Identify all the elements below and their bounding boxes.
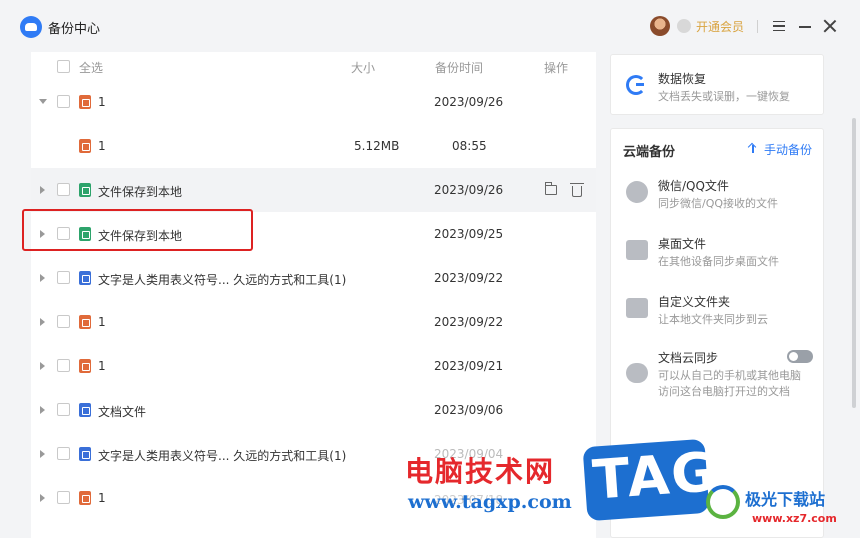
vip-icon[interactable]	[677, 19, 691, 33]
expand-caret-icon[interactable]	[40, 362, 45, 370]
expand-caret-icon[interactable]	[40, 450, 45, 458]
right-scrollbar[interactable]	[852, 118, 856, 408]
row-checkbox[interactable]	[57, 95, 70, 108]
row-checkbox[interactable]	[57, 491, 70, 504]
backup-time: 2023/09/26	[434, 95, 504, 109]
option-subtitle-line2: 访问这台电脑打开过的文档	[658, 385, 790, 398]
expand-caret-icon[interactable]	[40, 406, 45, 414]
annotation-highlight-box	[22, 209, 253, 251]
doc-file-icon	[79, 271, 91, 285]
file-name: 文件保存到本地	[98, 185, 183, 199]
menu-icon[interactable]	[773, 21, 785, 31]
cloud-backup-title: 云端备份	[623, 145, 676, 160]
app-title: 备份中心	[48, 22, 101, 37]
table-row[interactable]: 1 2023/09/26	[31, 80, 596, 124]
backup-time: 2023/09/25	[434, 227, 504, 241]
header-select-all[interactable]: 全选	[79, 59, 103, 76]
vip-button[interactable]: 开通会员	[696, 18, 744, 35]
option-title: 文档云同步	[658, 351, 719, 365]
header-time: 备份时间	[435, 61, 484, 75]
ppt-file-icon	[79, 491, 91, 505]
close-icon[interactable]	[823, 19, 837, 33]
file-name: 1	[98, 491, 106, 505]
backup-time: 2023/09/26	[434, 183, 504, 197]
option-title: 桌面文件	[658, 237, 707, 251]
backup-time: 2023/09/06	[434, 403, 504, 417]
titlebar-divider	[757, 20, 758, 33]
file-name: 文字是人类用表义符号... 久远的方式和工具(1)	[98, 449, 347, 463]
ppt-file-icon	[79, 359, 91, 373]
delete-icon[interactable]	[570, 183, 584, 197]
option-subtitle: 让本地文件夹同步到云	[658, 313, 768, 326]
table-row[interactable]: 文档文件 2023/09/06	[31, 388, 596, 432]
cloud-upload-icon	[626, 363, 648, 383]
site-url: www.xz7.com	[752, 512, 837, 525]
watermark-url: www.tagxp.com	[408, 491, 572, 513]
select-all-checkbox[interactable]	[57, 60, 70, 73]
row-checkbox[interactable]	[57, 359, 70, 372]
table-row[interactable]: 1 2023/09/22	[31, 300, 596, 344]
table-row[interactable]: 1 2023/09/21	[31, 344, 596, 388]
tag-logo-text: TAG	[590, 440, 720, 512]
header-action: 操作	[544, 61, 569, 75]
file-name: 1	[98, 359, 106, 373]
header-size: 大小	[351, 61, 376, 75]
title-bar: 备份中心 开通会员	[0, 0, 860, 52]
file-size: 5.12MB	[354, 139, 400, 153]
backup-time: 2023/09/22	[434, 271, 504, 285]
upload-icon[interactable]	[748, 143, 759, 154]
ppt-file-icon	[79, 315, 91, 329]
row-checkbox[interactable]	[57, 315, 70, 328]
chat-icon	[626, 181, 648, 203]
option-subtitle: 可以从自己的手机或其他电脑	[658, 369, 801, 382]
table-row[interactable]: 文字是人类用表义符号... 久远的方式和工具(1) 2023/09/22	[31, 256, 596, 300]
file-name: 1	[98, 139, 106, 153]
option-title: 微信/QQ文件	[658, 179, 729, 193]
backup-time: 08:55	[452, 139, 487, 153]
row-checkbox[interactable]	[57, 271, 70, 284]
folder-icon	[626, 298, 648, 318]
desktop-icon	[626, 240, 648, 260]
backup-time: 2023/09/21	[434, 359, 504, 373]
option-title: 自定义文件夹	[658, 295, 731, 309]
option-subtitle: 在其他设备同步桌面文件	[658, 255, 779, 268]
file-name: 文档文件	[98, 405, 147, 419]
avatar[interactable]	[650, 16, 670, 36]
file-name: 1	[98, 315, 106, 329]
site-name: 极光下载站	[745, 490, 826, 509]
site-logo-icon	[706, 485, 740, 519]
open-folder-icon[interactable]	[545, 182, 557, 195]
expand-caret-icon[interactable]	[40, 274, 45, 282]
watermark-text: 电脑技术网	[405, 455, 556, 488]
collapse-caret-icon[interactable]	[39, 99, 47, 104]
doc-file-icon	[79, 447, 91, 461]
restore-icon	[626, 75, 646, 95]
expand-caret-icon[interactable]	[40, 318, 45, 326]
ppt-file-icon	[79, 95, 91, 109]
tag-logo: TAG	[582, 438, 720, 522]
restore-title: 数据恢复	[658, 72, 707, 86]
doc-file-icon	[79, 403, 91, 417]
row-checkbox[interactable]	[57, 447, 70, 460]
minimize-icon[interactable]	[799, 26, 811, 28]
option-subtitle: 同步微信/QQ接收的文件	[658, 197, 779, 210]
manual-backup-button[interactable]: 手动备份	[764, 141, 812, 158]
data-restore-card[interactable]: 数据恢复 文档丢失或误删，一键恢复	[610, 54, 824, 115]
file-name: 1	[98, 95, 106, 109]
table-row[interactable]: 文件保存到本地 2023/09/26	[31, 168, 596, 212]
backup-time: 2023/09/22	[434, 315, 504, 329]
sheet-file-icon	[79, 183, 91, 197]
expand-caret-icon[interactable]	[40, 186, 45, 194]
file-name: 文字是人类用表义符号... 久远的方式和工具(1)	[98, 273, 347, 287]
row-checkbox[interactable]	[57, 403, 70, 416]
ppt-file-icon	[79, 139, 91, 153]
app-logo-icon	[20, 16, 42, 38]
table-row[interactable]: 1 5.12MB 08:55	[31, 124, 596, 168]
doc-sync-toggle[interactable]	[787, 350, 813, 363]
restore-subtitle: 文档丢失或误删，一键恢复	[658, 90, 790, 103]
expand-caret-icon[interactable]	[40, 494, 45, 502]
row-checkbox[interactable]	[57, 183, 70, 196]
